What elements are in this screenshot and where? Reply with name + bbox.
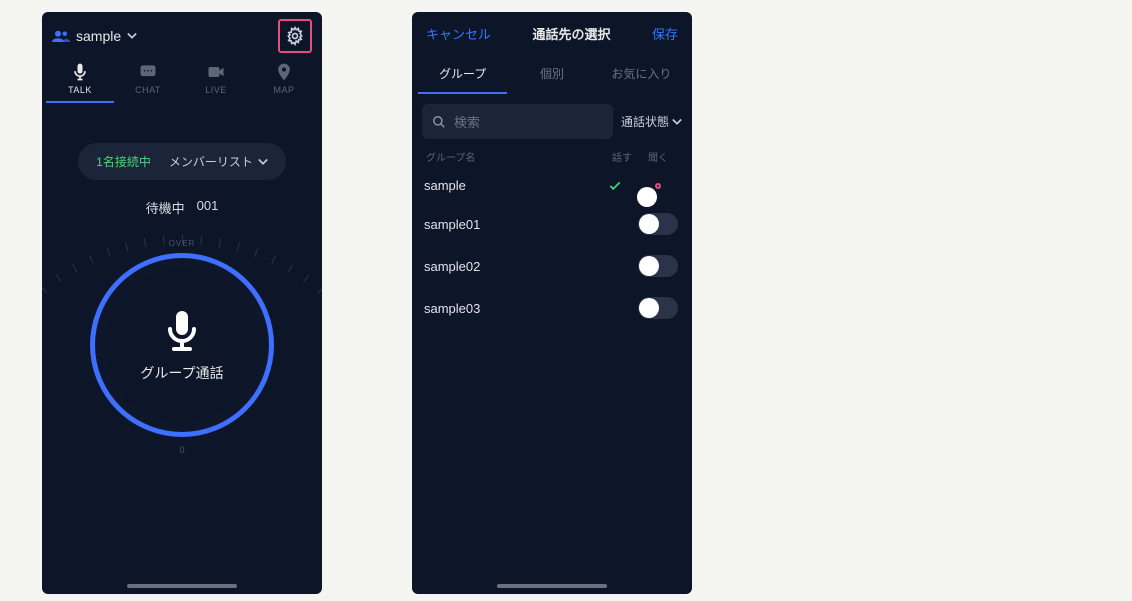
waiting-label: 待機中 <box>146 198 185 217</box>
connected-count: 1名接続中 <box>96 153 151 170</box>
tab-map-label: MAP <box>273 85 294 95</box>
listen-toggle[interactable] <box>638 255 678 277</box>
group-row-name: sample <box>424 178 608 193</box>
chat-icon <box>137 62 159 82</box>
listen-toggle-wrap <box>636 213 680 235</box>
tab-individual[interactable]: 個別 <box>507 55 596 94</box>
group-row-name: sample01 <box>424 217 608 232</box>
top-bar: sample <box>42 12 322 56</box>
dial-zero-label: 0 <box>179 445 184 455</box>
mic-large-icon <box>158 307 206 355</box>
group-row[interactable]: sample <box>412 168 692 203</box>
tab-talk-label: TALK <box>68 85 92 95</box>
status-chip[interactable]: 1名接続中 メンバーリスト <box>78 143 286 180</box>
tab-live-label: LIVE <box>205 85 227 95</box>
toggle-knob <box>637 187 657 207</box>
dial-mode-label: グループ通話 <box>140 363 223 383</box>
main-tabs: TALK CHAT LIVE MAP <box>42 56 322 103</box>
tab-group[interactable]: グループ <box>418 55 507 94</box>
search-input[interactable]: 検索 <box>422 104 613 139</box>
tab-map[interactable]: MAP <box>250 62 318 103</box>
group-name: sample <box>76 28 121 44</box>
cancel-button[interactable]: キャンセル <box>426 24 491 43</box>
group-row[interactable]: sample01 <box>412 203 692 245</box>
talk-dial: OVER 0 グループ通話 <box>72 235 292 455</box>
chevron-down-icon <box>258 158 268 166</box>
column-headers: グループ名 話す 聞く <box>412 143 692 168</box>
listen-toggle[interactable] <box>638 297 678 319</box>
waiting-status: 待機中 001 <box>42 198 322 217</box>
chevron-down-icon <box>127 32 137 40</box>
users-icon <box>52 29 70 43</box>
listen-toggle-wrap <box>636 183 680 189</box>
col-listen: 聞く <box>638 149 678 164</box>
settings-button-highlight <box>278 19 312 53</box>
tab-chat-label: CHAT <box>135 85 161 95</box>
tab-live[interactable]: LIVE <box>182 62 250 103</box>
modal-header: キャンセル 通話先の選択 保存 <box>412 12 692 55</box>
push-to-talk-button[interactable]: グループ通話 <box>90 253 274 437</box>
toggle-knob <box>639 214 659 234</box>
search-icon <box>432 115 446 129</box>
waiting-number: 001 <box>197 198 219 217</box>
call-state-label: 通話状態 <box>621 113 669 130</box>
phone-talk-screen: sample TALK CHAT LIVE MAP 1名接続中 メンバーリスト <box>42 12 322 594</box>
col-group-name: グループ名 <box>426 149 606 164</box>
pin-icon <box>273 62 295 82</box>
toggle-highlight <box>655 183 661 189</box>
home-indicator[interactable] <box>127 584 237 588</box>
status-chip-row: 1名接続中 メンバーリスト <box>42 143 322 180</box>
home-indicator[interactable] <box>497 584 607 588</box>
toggle-knob <box>639 256 659 276</box>
group-list: sample sample01 sample02 sample03 <box>412 168 692 329</box>
toggle-knob <box>639 298 659 318</box>
group-row[interactable]: sample02 <box>412 245 692 287</box>
chevron-down-icon <box>672 118 682 126</box>
search-placeholder: 検索 <box>454 112 480 131</box>
col-talk: 話す <box>606 149 638 164</box>
destination-tabs: グループ 個別 お気に入り <box>412 55 692 94</box>
listen-toggle-wrap <box>636 255 680 277</box>
modal-title: 通話先の選択 <box>532 24 610 43</box>
group-row[interactable]: sample03 <box>412 287 692 329</box>
group-row-name: sample03 <box>424 301 608 316</box>
group-selector[interactable]: sample <box>52 28 137 44</box>
save-button[interactable]: 保存 <box>652 24 678 43</box>
camera-icon <box>205 62 227 82</box>
tab-chat[interactable]: CHAT <box>114 62 182 103</box>
dial-over-label: OVER <box>169 239 196 248</box>
phone-destination-screen: キャンセル 通話先の選択 保存 グループ 個別 お気に入り 検索 通話状態 グル… <box>412 12 692 594</box>
mic-icon <box>69 62 91 82</box>
tab-favorite[interactable]: お気に入り <box>597 55 686 94</box>
member-list-button[interactable]: メンバーリスト <box>169 153 268 170</box>
tab-talk[interactable]: TALK <box>46 62 114 103</box>
talk-check[interactable] <box>608 179 636 193</box>
search-row: 検索 通話状態 <box>412 94 692 143</box>
check-icon <box>608 179 622 193</box>
gear-icon[interactable] <box>285 26 305 46</box>
listen-toggle-wrap <box>636 297 680 319</box>
member-list-label: メンバーリスト <box>169 153 253 170</box>
group-row-name: sample02 <box>424 259 608 274</box>
call-state-filter[interactable]: 通話状態 <box>621 113 682 130</box>
listen-toggle[interactable] <box>638 213 678 235</box>
